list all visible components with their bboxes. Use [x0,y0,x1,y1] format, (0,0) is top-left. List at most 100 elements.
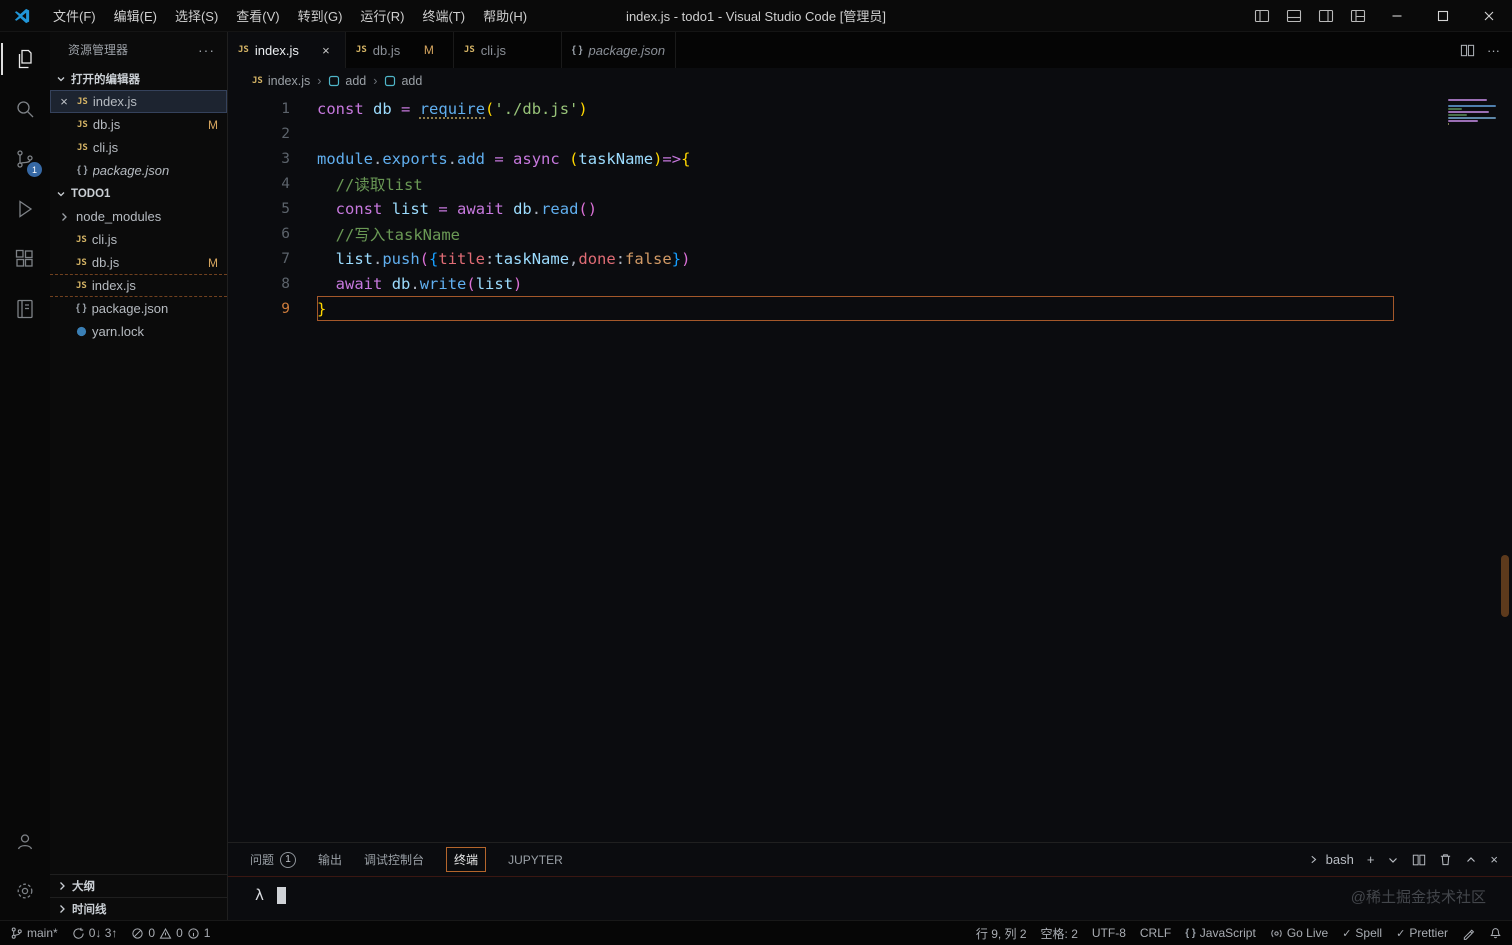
menu-help[interactable]: 帮助(H) [474,1,536,30]
line-number[interactable]: 8 [228,276,290,292]
code-line[interactable]: 2 [228,121,1394,146]
open-editors-header[interactable]: 打开的编辑器 [50,67,227,90]
modified-badge: M [208,255,218,270]
minimize-button[interactable] [1374,0,1420,31]
toggle-sidebar-icon[interactable] [1246,0,1278,31]
code-line[interactable]: 9} [228,296,1394,321]
timeline-section[interactable]: 时间线 [50,897,227,920]
close-tab-icon[interactable]: × [317,43,335,58]
line-number[interactable]: 1 [228,101,290,117]
breadcrumb-symbol-add[interactable]: add [328,74,366,88]
maximize-panel-icon[interactable] [1465,854,1477,866]
toggle-secondary-sidebar-icon[interactable] [1310,0,1342,31]
code-text: //读取list [335,175,423,194]
kill-terminal-icon[interactable] [1439,853,1452,866]
branch-indicator[interactable]: main* [10,926,58,940]
scrollbar-marker[interactable] [1501,555,1509,617]
menu-view[interactable]: 查看(V) [227,1,288,30]
menu-selection[interactable]: 选择(S) [166,1,227,30]
code-line[interactable]: 3 module.exports.add = async (taskName)=>… [228,146,1394,171]
activity-notebook[interactable] [1,284,49,334]
tab-cli-js[interactable]: JS cli.js [454,32,562,68]
breadcrumb-file[interactable]: JS index.js [252,74,310,88]
line-number[interactable]: 5 [228,201,290,217]
line-number[interactable]: 4 [228,176,290,192]
code-editor[interactable]: 1 const db = require('./db.js') 2 3 module.e… [228,93,1512,842]
split-editor-icon[interactable] [1460,43,1475,58]
terminal-shell-selector[interactable]: bash [1309,852,1354,867]
indentation[interactable]: 空格: 2 [1041,925,1078,942]
menu-edit[interactable]: 编辑(E) [105,1,166,30]
code-line[interactable]: 8 await db.write(list) [228,271,1394,296]
minimap[interactable] [1448,99,1496,125]
code-line[interactable]: 5 const list = await db.read() [228,196,1394,221]
tree-item-yarn-lock[interactable]: yarn.lock [50,320,227,343]
tree-item-package-json[interactable]: { } package.json [50,297,227,320]
toggle-panel-icon[interactable] [1278,0,1310,31]
eol-sequence[interactable]: CRLF [1140,926,1171,940]
breadcrumb-symbol-add-2[interactable]: add [384,74,422,88]
activity-run-debug[interactable] [1,184,49,234]
tree-item-index-js[interactable]: JS index.js [50,274,227,297]
close-window-button[interactable] [1466,0,1512,31]
open-editor-cli-js[interactable]: JS cli.js [50,136,227,159]
tree-item-node-modules[interactable]: node_modules [50,205,227,228]
activity-source-control[interactable]: 1 [1,134,49,184]
open-editor-db-js[interactable]: JS db.js M [50,113,227,136]
panel-tab-debug-console[interactable]: 调试控制台 [364,851,424,868]
line-number[interactable]: 6 [228,226,290,242]
folder-header-todo1[interactable]: TODO1 [50,182,227,205]
activity-settings[interactable] [1,866,49,916]
line-number[interactable]: 2 [228,126,290,142]
code-text: //写入taskName [335,225,460,244]
js-file-icon: JS [77,119,88,130]
code-line[interactable]: 1 const db = require('./db.js') [228,96,1394,121]
tab-package-json[interactable]: { } package.json [562,32,677,68]
panel-tab-jupyter[interactable]: JUPYTER [508,853,563,867]
tab-db-js[interactable]: JS db.js M [346,32,454,68]
open-editor-index-js[interactable]: × JS index.js [50,90,227,113]
maximize-button[interactable] [1420,0,1466,31]
notifications-button[interactable] [1489,927,1502,940]
terminal-view[interactable]: λ @稀土掘金技术社区 [228,876,1512,920]
panel-tab-terminal[interactable]: 终端 [446,847,487,872]
encoding[interactable]: UTF-8 [1092,926,1126,940]
problems-indicator[interactable]: 0 0 1 [131,926,210,940]
language-mode[interactable]: { } JavaScript [1185,926,1256,940]
activity-explorer[interactable] [1,34,49,84]
menu-goto[interactable]: 转到(G) [289,1,352,30]
panel-tab-output[interactable]: 输出 [318,851,342,868]
customize-layout-icon[interactable] [1342,0,1374,31]
panel-tab-problems[interactable]: 问题 1 [250,851,297,868]
open-editor-package-json[interactable]: { } package.json [50,159,227,182]
chevron-down-icon[interactable] [1387,854,1399,866]
new-terminal-icon[interactable]: + [1367,852,1375,867]
menu-run[interactable]: 运行(R) [351,1,413,30]
close-panel-icon[interactable]: × [1490,852,1498,867]
tree-item-cli-js[interactable]: JS cli.js [50,228,227,251]
split-terminal-icon[interactable] [1412,853,1426,867]
sync-indicator[interactable]: 0↓ 3↑ [72,926,117,940]
line-number[interactable]: 7 [228,251,290,267]
go-live-button[interactable]: Go Live [1270,926,1328,940]
code-line[interactable]: 6 //写入taskName [228,221,1394,246]
code-line[interactable]: 7 list.push({title:taskName,done:false}) [228,246,1394,271]
line-number[interactable]: 9 [228,301,290,317]
more-actions-icon[interactable]: ··· [198,42,215,58]
prettier-status[interactable]: ✓ Prettier [1396,926,1448,940]
outline-section[interactable]: 大纲 [50,874,227,897]
spell-checker[interactable]: ✓ Spell [1342,926,1382,940]
code-line[interactable]: 4 //读取list [228,171,1394,196]
tree-item-db-js[interactable]: JS db.js M [50,251,227,274]
tab-index-js[interactable]: JS index.js × [228,32,346,68]
cursor-position[interactable]: 行 9, 列 2 [976,925,1027,942]
activity-extensions[interactable] [1,234,49,284]
menu-file[interactable]: 文件(F) [44,1,105,30]
feedback-button[interactable] [1462,927,1475,940]
menu-terminal[interactable]: 终端(T) [413,1,474,30]
activity-search[interactable] [1,84,49,134]
line-number[interactable]: 3 [228,151,290,167]
activity-account[interactable] [1,816,49,866]
close-icon[interactable]: × [56,94,72,109]
editor-more-actions-icon[interactable]: ··· [1487,43,1500,58]
